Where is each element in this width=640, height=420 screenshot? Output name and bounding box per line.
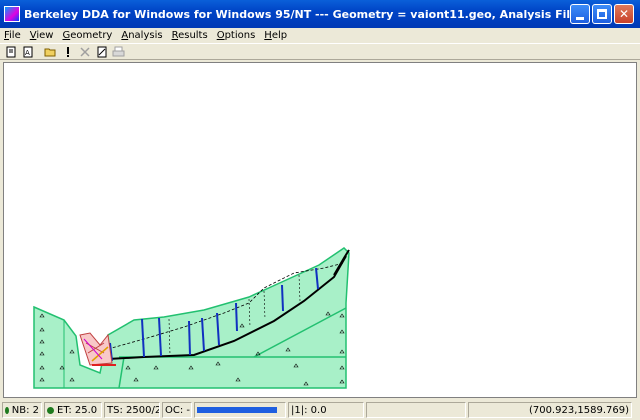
status-ts: TS: 2500/2 xyxy=(104,402,160,418)
status-nb: NB: 2 xyxy=(2,402,42,418)
status-et: ET: 25.0 xyxy=(44,402,102,418)
progress-bar xyxy=(197,407,277,413)
edit-button[interactable] xyxy=(94,45,109,59)
exclamation-icon xyxy=(66,46,69,57)
bolt-line xyxy=(188,320,191,356)
maximize-button[interactable] xyxy=(592,4,612,24)
status-bar: NB: 2 ET: 25.0 TS: 2500/2 OC: - |1|: 0.0… xyxy=(0,400,640,420)
menu-geometry[interactable]: Geometry xyxy=(62,30,112,41)
run-button[interactable] xyxy=(60,45,75,59)
status-dot-icon xyxy=(47,406,54,414)
edit-icon xyxy=(97,46,106,57)
cross-icon xyxy=(79,46,90,57)
bolt-line xyxy=(235,302,238,332)
abort-button[interactable] xyxy=(77,45,92,59)
status-blank xyxy=(366,402,466,418)
slope-model-drawing xyxy=(33,247,350,389)
folder-open-icon xyxy=(44,48,56,56)
menu-bar: File View Geometry Analysis Results Opti… xyxy=(0,28,640,42)
menu-help[interactable]: Help xyxy=(264,30,287,41)
menu-file[interactable]: File xyxy=(4,30,21,41)
menu-options[interactable]: Options xyxy=(217,30,256,41)
print-button[interactable] xyxy=(111,45,126,59)
close-icon: ✕ xyxy=(618,7,630,21)
new-analysis-button[interactable]: A xyxy=(20,45,35,59)
window-title: Berkeley DDA for Windows for Windows 95/… xyxy=(24,7,570,21)
document-icon xyxy=(6,46,15,57)
status-oc: OC: - xyxy=(162,402,192,418)
menu-results[interactable]: Results xyxy=(172,30,208,41)
toolbar: A xyxy=(0,43,640,60)
drawing-canvas[interactable] xyxy=(3,62,637,398)
app-icon[interactable] xyxy=(4,6,20,22)
status-coords: (700.923,1589.769) xyxy=(468,402,632,418)
svg-text:A: A xyxy=(25,49,30,57)
maximize-icon xyxy=(597,9,607,19)
title-bar: Berkeley DDA for Windows for Windows 95/… xyxy=(0,0,640,28)
minimize-icon xyxy=(576,16,584,20)
status-ratio: |1|: 0.0 xyxy=(288,402,364,418)
status-progress xyxy=(194,402,286,418)
new-geometry-button[interactable] xyxy=(3,45,18,59)
document-icon: A xyxy=(23,46,32,57)
menu-view[interactable]: View xyxy=(30,30,54,41)
menu-analysis[interactable]: Analysis xyxy=(121,30,162,41)
status-dot-icon xyxy=(5,406,9,414)
printer-icon xyxy=(112,46,125,56)
close-button[interactable]: ✕ xyxy=(614,4,634,24)
minimize-button[interactable] xyxy=(570,4,590,24)
bolt-line xyxy=(281,284,284,312)
open-button[interactable] xyxy=(43,45,58,59)
